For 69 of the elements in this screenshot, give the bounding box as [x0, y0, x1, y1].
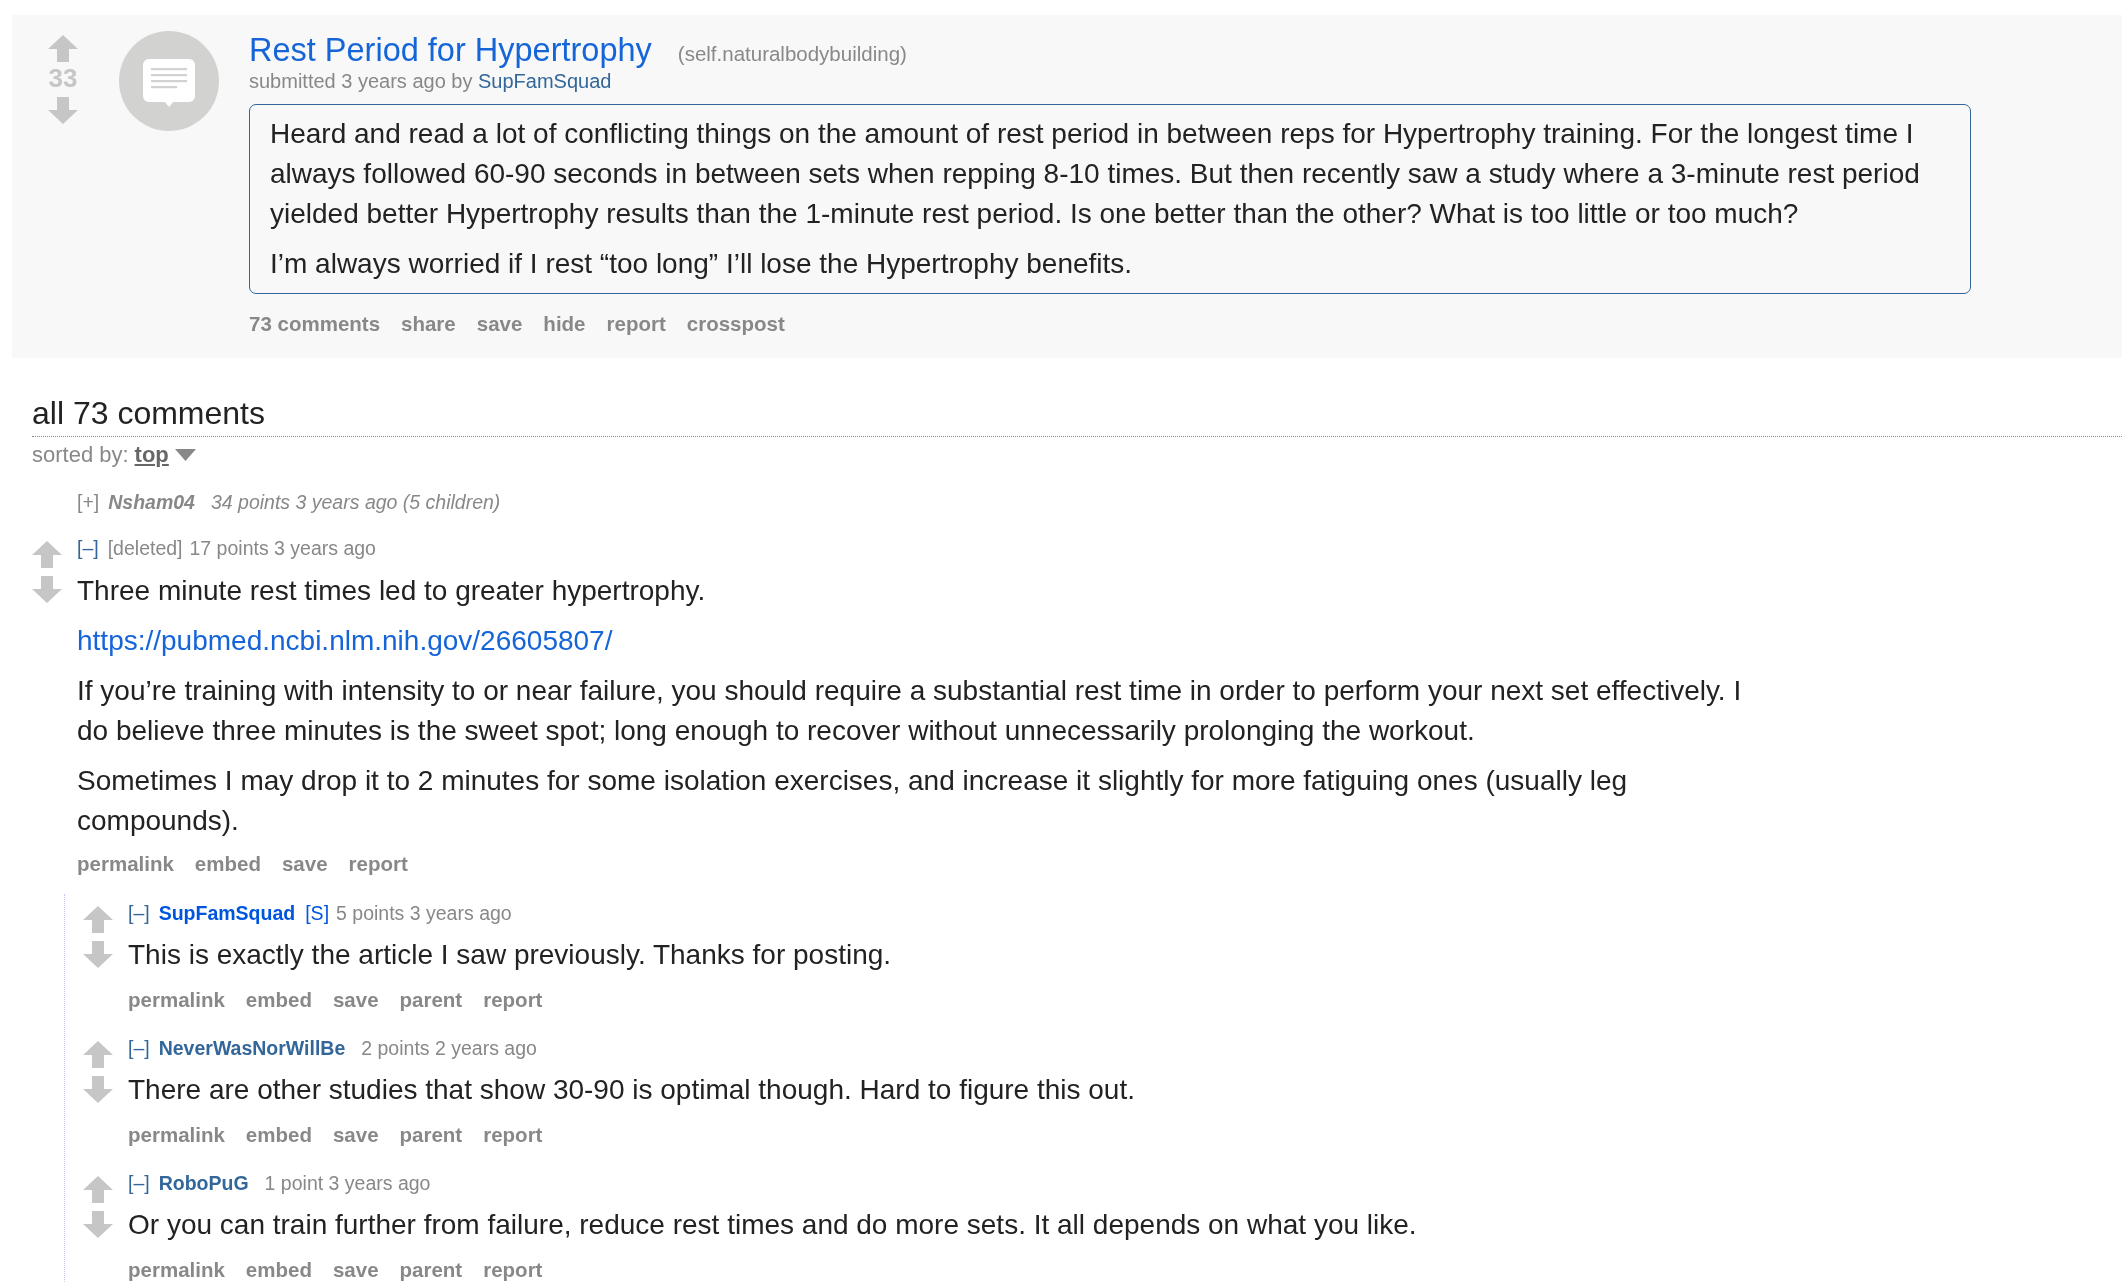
down-arrow-icon[interactable]: [48, 97, 78, 124]
comment-action-link[interactable]: embed: [194, 852, 261, 876]
up-arrow-icon[interactable]: [83, 1041, 113, 1068]
comment-action-link[interactable]: embed: [245, 1123, 312, 1147]
comment-meta: 34 points 3 years ago (5 children): [210, 490, 501, 514]
comment-meta: 2 points 2 years ago: [361, 1036, 537, 1060]
comment-meta: 17 points 3 years ago: [189, 536, 376, 560]
sort-dropdown[interactable]: top: [134, 442, 196, 468]
message-bubble-icon[interactable]: [119, 31, 219, 131]
post-text: I’m always worried if I rest “too long” I’ll lose the Hypertrophy benefits.: [270, 247, 1133, 281]
comment-text: There are other studies that show 30-90 is optimal though. Hard to figure this out.: [128, 1073, 1135, 1107]
comment-meta: 5 points 3 years ago: [336, 901, 512, 925]
comment-action-link[interactable]: save: [332, 1123, 379, 1147]
collapse-toggle[interactable]: [–]: [128, 1171, 150, 1195]
down-arrow-icon[interactable]: [32, 576, 62, 603]
comment-action-link[interactable]: report: [348, 852, 408, 876]
comment-author-link[interactable]: RoboPuG: [158, 1171, 249, 1195]
expand-toggle[interactable]: [+]: [77, 490, 100, 514]
comment-action-link[interactable]: report: [483, 1123, 543, 1147]
comment-author: [deleted]: [107, 536, 183, 560]
comment-action-link[interactable]: permalink: [77, 852, 174, 876]
down-arrow-icon[interactable]: [83, 1211, 113, 1238]
down-arrow-icon[interactable]: [83, 941, 113, 968]
comment-action-link[interactable]: parent: [399, 988, 463, 1012]
collapse-toggle[interactable]: [–]: [128, 1036, 150, 1060]
comment-author-link[interactable]: NeverWasNorWillBe: [158, 1036, 346, 1060]
domain-link[interactable]: (self.naturalbodybuilding): [677, 42, 907, 66]
url-link[interactable]: https://pubmed.ncbi.nlm.nih.gov/26605807/: [77, 625, 613, 656]
comment-action-link[interactable]: parent: [399, 1258, 463, 1282]
comment-action-link[interactable]: parent: [399, 1123, 463, 1147]
comment-action-link[interactable]: report: [483, 988, 543, 1012]
collapse-toggle[interactable]: [–]: [77, 536, 99, 560]
post-title-link[interactable]: Rest Period for Hypertrophy: [249, 31, 652, 69]
caret-icon: [174, 449, 196, 461]
author-link[interactable]: SupFamSquad: [478, 70, 612, 92]
comment-text: Or you can train further from failure, reduce rest times and do more sets. It all depends on what you like.: [128, 1208, 1417, 1242]
comment-action-link[interactable]: permalink: [128, 1258, 225, 1282]
down-arrow-icon[interactable]: [83, 1076, 113, 1103]
comment-text: This is exactly the article I saw previously. Thanks for posting.: [128, 938, 892, 972]
sort-label: sorted by:: [32, 442, 129, 468]
comments-heading: all 73 comments: [32, 394, 265, 432]
comment-action-link[interactable]: save: [332, 988, 379, 1012]
comment-author-link[interactable]: SupFamSquad: [158, 901, 296, 925]
submitter-tag[interactable]: [S]: [305, 901, 330, 925]
collapse-toggle[interactable]: [–]: [128, 901, 150, 925]
up-arrow-icon[interactable]: [48, 35, 78, 62]
post-action-link[interactable]: share: [401, 312, 456, 336]
comment-action-link[interactable]: save: [332, 1258, 379, 1282]
comment-action-link[interactable]: embed: [245, 1258, 312, 1282]
post-action-link[interactable]: crosspost: [686, 312, 785, 336]
post-text: Heard and read a lot of conflicting things on the amount of rest period in between reps for Hypertrophy training. For the longest time I always followed 60-90 seconds in between sets when repping 8-10 times. But then recently saw a study where a 3-minute rest period yielded better Hypertrophy results than the 1-minute rest period. Is one better than the other? What is too little or too much?: [270, 117, 1921, 231]
post-action-link[interactable]: 73 comments: [249, 312, 381, 336]
comment-action-link[interactable]: permalink: [128, 1123, 225, 1147]
comment-action-link[interactable]: embed: [245, 988, 312, 1012]
comment-text: Three minute rest times led to greater hypertrophy.: [77, 574, 706, 608]
up-arrow-icon[interactable]: [83, 906, 113, 933]
comment-text: Sometimes I may drop it to 2 minutes for some isolation exercises, and increase it slightly for more fatiguing ones (usually leg compounds).: [77, 764, 1629, 838]
comment-action-link[interactable]: permalink: [128, 988, 225, 1012]
post-action-link[interactable]: save: [476, 312, 523, 336]
comment-action-link[interactable]: save: [281, 852, 328, 876]
up-arrow-icon[interactable]: [83, 1176, 113, 1203]
comment-author-link[interactable]: Nsham04: [108, 490, 195, 514]
comment-action-link[interactable]: report: [483, 1258, 543, 1282]
up-arrow-icon[interactable]: [32, 541, 62, 568]
post-action-link[interactable]: hide: [543, 312, 586, 336]
submitted-line: submitted 3 years ago by SupFamSquad: [249, 69, 612, 93]
post-action-link[interactable]: report: [606, 312, 666, 336]
comment-meta: 1 point 3 years ago: [264, 1171, 431, 1195]
comment-text: If you’re training with intensity to or near failure, you should require a substantial rest time in order to perform your next set effectively. I do believe three minutes is the sweet spot; long enough to recover without unnecessarily prolonging the workout.: [77, 674, 1743, 748]
